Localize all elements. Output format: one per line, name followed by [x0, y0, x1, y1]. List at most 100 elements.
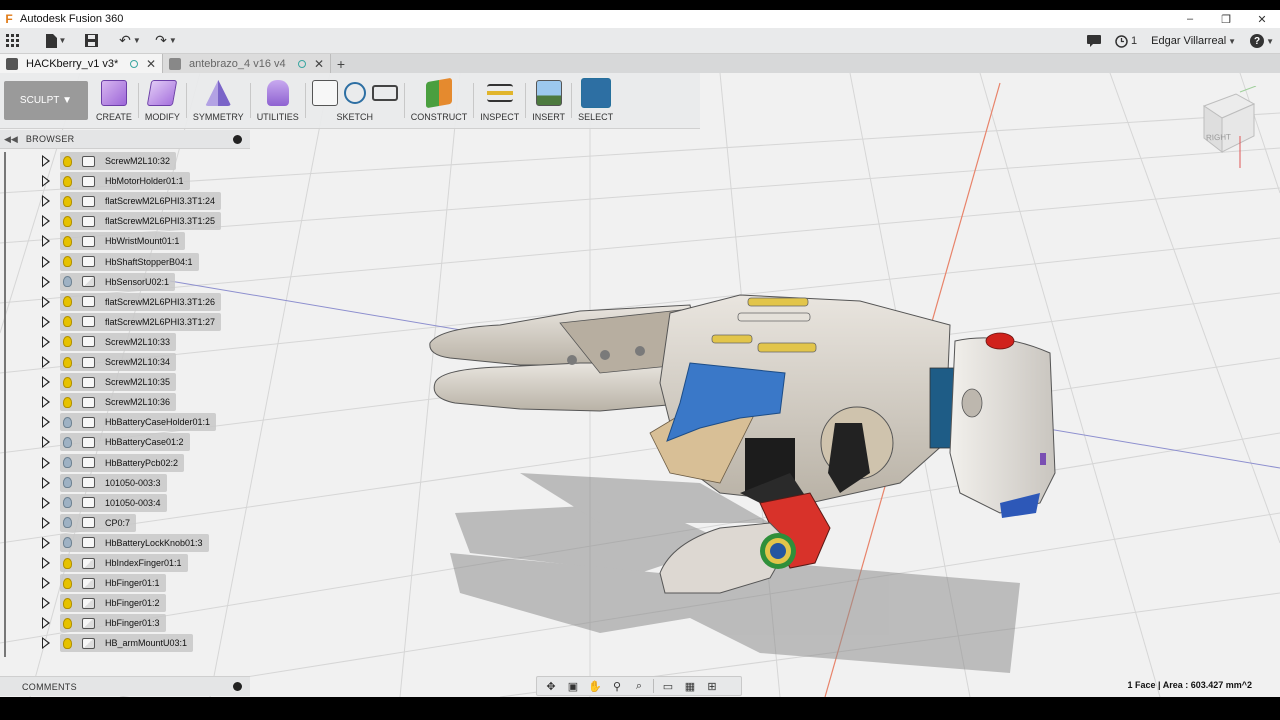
expand-triangle-icon[interactable] [42, 335, 50, 348]
browser-tree-item[interactable]: ScrewM2L10:36 [0, 393, 250, 412]
add-comment-icon[interactable] [233, 682, 242, 691]
expand-triangle-icon[interactable] [42, 456, 50, 469]
expand-triangle-icon[interactable] [42, 617, 50, 630]
tree-item-pill[interactable]: HbBatteryPcb02:2 [60, 453, 185, 472]
user-account-menu[interactable]: Edgar Villarreal ▼ [1151, 35, 1236, 47]
browser-tree-item[interactable]: HbSensorU02:1 [0, 272, 250, 291]
browser-tree-item[interactable]: flatScrewM2L6PHI3.3T1:27 [0, 312, 250, 331]
browser-tree-item[interactable]: CP0:7 [0, 513, 250, 532]
visibility-bulb-icon[interactable] [63, 396, 72, 408]
expand-triangle-icon[interactable] [42, 496, 50, 509]
expand-triangle-icon[interactable] [42, 376, 50, 389]
browser-tree-item[interactable]: HB_armMountU03:1 [0, 634, 250, 653]
viewports-icon[interactable]: ⊞ [704, 679, 720, 693]
expand-triangle-icon[interactable] [42, 396, 50, 409]
tree-item-pill[interactable]: flatScrewM2L6PHI3.3T1:25 [60, 212, 222, 231]
tree-item-pill[interactable]: HbMotorHolder01:1 [60, 172, 190, 191]
expand-triangle-icon[interactable] [42, 175, 50, 188]
visibility-bulb-icon[interactable] [63, 436, 72, 448]
visibility-bulb-icon[interactable] [63, 175, 72, 187]
expand-triangle-icon[interactable] [42, 436, 50, 449]
construct-menu[interactable]: CONSTRUCT [407, 73, 472, 128]
zoom-window-icon[interactable]: ⌕ [631, 679, 647, 693]
comments-panel[interactable]: COMMENTS [0, 676, 250, 696]
expand-triangle-icon[interactable] [42, 637, 50, 650]
tree-item-pill[interactable]: ScrewM2L10:33 [60, 332, 177, 351]
orbit-icon[interactable]: ✥ [543, 679, 559, 693]
visibility-bulb-icon[interactable] [63, 235, 72, 247]
browser-tree-item[interactable]: HbWristMount01:1 [0, 232, 250, 251]
visibility-bulb-icon[interactable] [63, 577, 72, 589]
tree-item-pill[interactable]: ScrewM2L10:32 [60, 152, 177, 170]
visibility-bulb-icon[interactable] [63, 155, 72, 167]
browser-panel-header[interactable]: ◀◀ BROWSER [0, 130, 250, 149]
pan-icon[interactable]: ✋ [587, 679, 603, 693]
visibility-bulb-icon[interactable] [63, 316, 72, 328]
expand-triangle-icon[interactable] [42, 275, 50, 288]
visibility-bulb-icon[interactable] [63, 336, 72, 348]
visibility-bulb-icon[interactable] [63, 497, 72, 509]
browser-tree-item[interactable]: flatScrewM2L6PHI3.3T1:24 [0, 192, 250, 211]
workspace-switcher[interactable]: SCULPT ▼ [4, 81, 88, 120]
browser-tree-item[interactable]: ScrewM2L10:32 [0, 152, 250, 170]
visibility-bulb-icon[interactable] [63, 195, 72, 207]
data-panel-grid-icon[interactable] [0, 28, 26, 54]
select-menu[interactable]: SELECT [574, 73, 617, 128]
tree-item-pill[interactable]: HbIndexFinger01:1 [60, 554, 188, 572]
visibility-bulb-icon[interactable] [63, 557, 72, 569]
tree-item-pill[interactable]: HbFinger01:3 [60, 614, 166, 633]
visibility-bulb-icon[interactable] [63, 276, 72, 288]
expand-triangle-icon[interactable] [42, 356, 50, 368]
browser-tree-item[interactable]: HbFinger01:1 [0, 574, 250, 593]
save-icon[interactable] [76, 28, 106, 54]
new-tab-button[interactable]: + [331, 54, 351, 73]
expand-triangle-icon[interactable] [42, 476, 50, 489]
tree-item-pill[interactable]: 101050-003:3 [60, 473, 167, 492]
visibility-bulb-icon[interactable] [63, 356, 72, 368]
tree-item-pill[interactable]: HbBatteryCaseHolder01:1 [60, 413, 217, 432]
zoom-icon[interactable]: ⚲ [609, 679, 625, 693]
browser-tree-item[interactable]: HbBatteryLockKnob01:3 [0, 533, 250, 552]
expand-triangle-icon[interactable] [42, 295, 50, 308]
expand-triangle-icon[interactable] [42, 416, 50, 429]
inspect-menu[interactable]: INSPECT [476, 73, 523, 128]
visibility-bulb-icon[interactable] [63, 256, 72, 267]
visibility-bulb-icon[interactable] [63, 215, 72, 227]
browser-tree-item[interactable]: 101050-003:3 [0, 473, 250, 492]
visibility-bulb-icon[interactable] [63, 597, 72, 609]
tree-item-pill[interactable]: flatScrewM2L6PHI3.3T1:27 [60, 312, 222, 331]
tree-item-pill[interactable]: HbBatteryCase01:2 [60, 433, 190, 452]
job-status-icon[interactable]: 1 [1115, 28, 1137, 54]
redo-icon[interactable]: ↷ ▼ [148, 28, 184, 54]
browser-tree-item[interactable]: 101050-003:4 [0, 493, 250, 512]
browser-tree-item[interactable]: HbBatteryPcb02:2 [0, 453, 250, 472]
collapse-panel-icon[interactable]: ◀◀ [4, 134, 18, 145]
maximize-button[interactable]: ❐ [1208, 10, 1244, 28]
expand-triangle-icon[interactable] [42, 516, 50, 529]
browser-tree-item[interactable]: HbFinger01:2 [0, 594, 250, 613]
tree-item-pill[interactable]: HbBatteryLockKnob01:3 [60, 533, 209, 552]
browser-tree-item[interactable]: HbShaftStopperB04:1 [0, 252, 250, 271]
browser-tree-item[interactable]: ScrewM2L10:34 [0, 353, 250, 371]
browser-tree-item[interactable]: HbIndexFinger01:1 [0, 554, 250, 572]
tree-item-pill[interactable]: flatScrewM2L6PHI3.3T1:26 [60, 292, 222, 311]
visibility-bulb-icon[interactable] [63, 517, 72, 529]
expand-triangle-icon[interactable] [42, 195, 50, 208]
grid-settings-icon[interactable]: ▦ [682, 679, 698, 693]
tree-item-pill[interactable]: HB_armMountU03:1 [60, 634, 194, 653]
browser-tree-item[interactable]: HbBatteryCaseHolder01:1 [0, 413, 250, 432]
tree-item-pill[interactable]: 101050-003:4 [60, 493, 167, 512]
tree-item-pill[interactable]: HbFinger01:1 [60, 574, 166, 593]
tree-item-pill[interactable]: HbWristMount01:1 [60, 232, 186, 251]
browser-tree-item[interactable]: ScrewM2L10:33 [0, 332, 250, 351]
utilities-menu[interactable]: UTILITIES [253, 73, 303, 128]
sketch-menu[interactable]: SKETCH [308, 73, 402, 128]
symmetry-menu[interactable]: SYMMETRY [189, 73, 248, 128]
create-menu[interactable]: CREATE [92, 73, 136, 128]
notifications-icon[interactable] [1087, 28, 1102, 54]
visibility-bulb-icon[interactable] [63, 637, 72, 649]
visibility-bulb-icon[interactable] [63, 416, 72, 428]
view-cube[interactable]: RIGHT [1196, 85, 1258, 170]
look-at-icon[interactable]: ▣ [565, 679, 581, 693]
expand-triangle-icon[interactable] [42, 215, 50, 228]
